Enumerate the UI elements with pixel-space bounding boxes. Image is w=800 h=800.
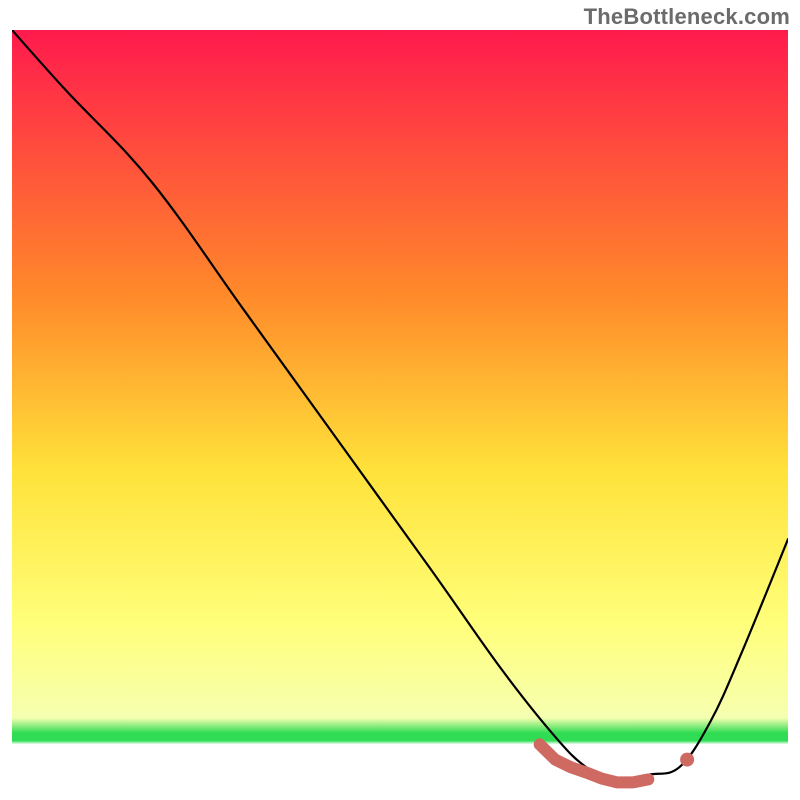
highlight-dot	[680, 753, 694, 767]
gradient-background	[12, 30, 788, 790]
plot-area	[12, 30, 788, 790]
chart-frame: TheBottleneck.com	[0, 0, 800, 800]
attribution-label: TheBottleneck.com	[584, 4, 790, 30]
chart-svg	[12, 30, 788, 790]
